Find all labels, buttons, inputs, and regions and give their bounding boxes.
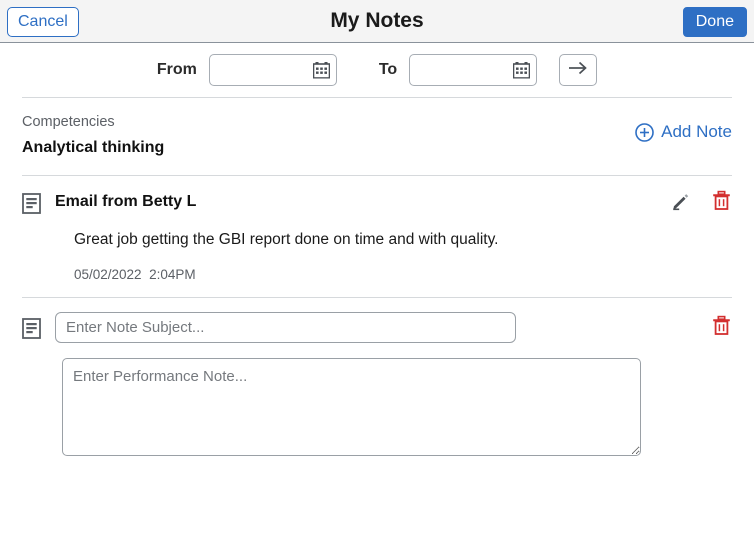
competency-section: Competencies Analytical thinking Add Not… (0, 98, 754, 175)
competency-name: Analytical thinking (22, 138, 165, 156)
note-document-icon (22, 317, 41, 339)
from-label: From (156, 61, 197, 78)
trash-icon (711, 315, 732, 339)
edit-note-button[interactable] (670, 192, 691, 213)
note-timestamp: 05/02/2022 2:04PM (74, 267, 732, 283)
done-button-label: Done (695, 13, 734, 30)
page-header: Cancel My Notes Done (0, 0, 754, 43)
note-list-item: Email from Betty L Great job getting the… (0, 176, 754, 297)
new-note-header (22, 312, 732, 344)
calendar-icon[interactable] (312, 62, 331, 79)
add-note-label: Add Note (661, 122, 732, 141)
cancel-button-label: Cancel (18, 13, 68, 30)
calendar-icon[interactable] (512, 62, 531, 79)
note-body: Great job getting the GBI report done on… (74, 230, 499, 248)
note-actions (670, 190, 732, 214)
arrow-right-icon (567, 60, 589, 81)
new-note-actions (711, 315, 732, 339)
page-title: My Notes (330, 9, 424, 32)
delete-note-button[interactable] (711, 190, 732, 214)
note-time: 2:04PM (149, 267, 196, 283)
to-label: To (378, 61, 398, 78)
cancel-button[interactable]: Cancel (7, 7, 79, 37)
note-document-icon (22, 193, 41, 214)
note-subject-input[interactable] (55, 312, 516, 344)
add-note-button[interactable]: Add Note (635, 122, 732, 142)
note-title: Email from Betty L (55, 192, 197, 210)
note-date: 05/02/2022 (74, 267, 142, 283)
done-button[interactable]: Done (682, 7, 747, 37)
competencies-label: Competencies (22, 114, 115, 130)
to-date-field[interactable] (409, 54, 538, 86)
from-date-field[interactable] (208, 54, 337, 86)
date-filter-bar: From To (0, 43, 754, 97)
new-note-form (0, 298, 754, 476)
pencil-icon (670, 190, 691, 214)
note-header: Email from Betty L (22, 192, 732, 214)
performance-note-textarea[interactable] (62, 358, 641, 457)
plus-circle-icon (635, 122, 654, 142)
apply-date-filter-button[interactable] (559, 54, 598, 86)
trash-icon (711, 190, 732, 214)
my-notes-page: Cancel My Notes Done From To Competencie… (0, 0, 754, 553)
delete-new-note-button[interactable] (711, 315, 732, 339)
